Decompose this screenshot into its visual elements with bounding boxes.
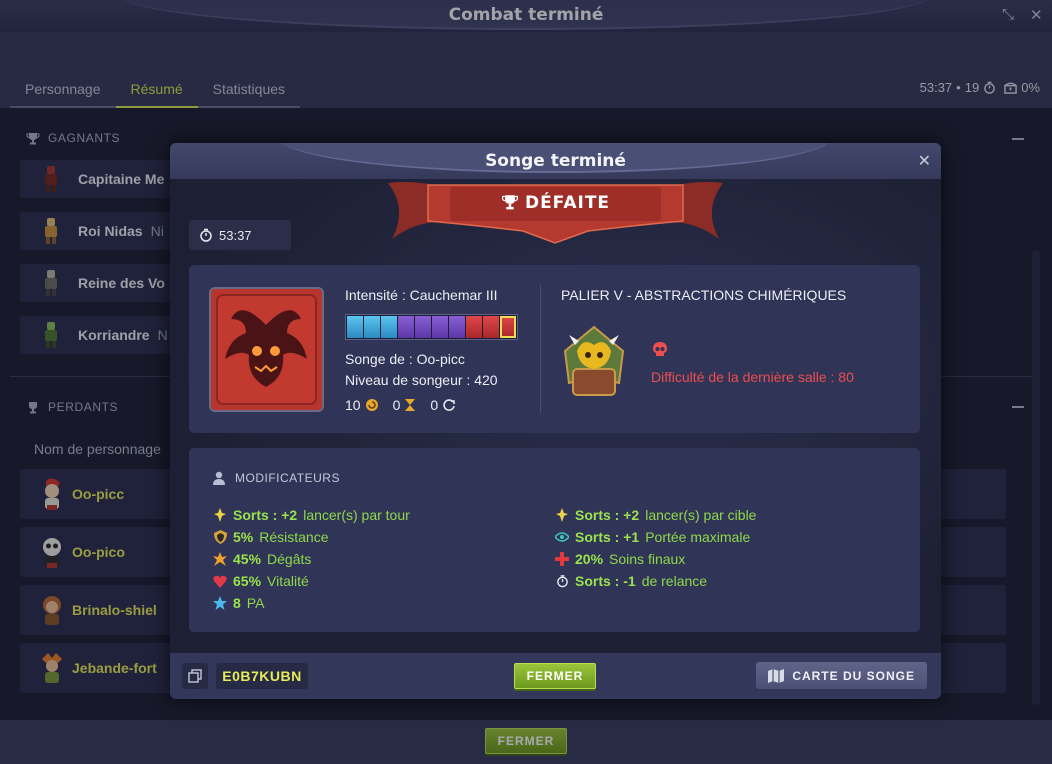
- modifier-item: Sorts : -1 de relance: [555, 570, 756, 592]
- modifier-text: Résistance: [259, 529, 329, 545]
- modifiers-right-column: Sorts : +2 lancer(s) par cible Sorts : +1…: [555, 504, 756, 592]
- intensity-label: Intensité : Cauchemar III: [345, 287, 498, 303]
- modifier-item: 45% Dégâts: [213, 548, 410, 570]
- modifier-item: Sorts : +1 Portée maximale: [555, 526, 756, 548]
- intensity-segment: [432, 316, 448, 338]
- defeat-label: DÉFAITE: [388, 193, 723, 213]
- counter-value: 0: [392, 397, 401, 413]
- modal-footer: E0B7KUBN FERMER CARTE DU SONGE: [170, 653, 941, 699]
- spell-icon: [555, 508, 569, 522]
- modifier-text: Portée maximale: [645, 529, 751, 545]
- counter-value: 0: [430, 397, 439, 413]
- close-modal-button[interactable]: FERMER: [514, 663, 596, 689]
- modifiers-panel: MODIFICATEURS Sorts : +2 lancer(s) par to…: [189, 448, 920, 632]
- modifier-value: 8: [233, 595, 241, 611]
- counter-spiral: 10: [345, 397, 379, 413]
- modifier-value: Sorts : +2: [575, 507, 640, 523]
- star-icon: [213, 596, 227, 610]
- timer-icon: [200, 228, 212, 242]
- spell-icon: [213, 508, 227, 522]
- modifier-item: Sorts : +2 lancer(s) par tour: [213, 504, 410, 526]
- modifier-value: Sorts : +2: [233, 507, 298, 523]
- modifier-value: 65%: [233, 573, 262, 589]
- counter-value: 10: [345, 397, 361, 413]
- damage-icon: [213, 552, 227, 566]
- heal-icon: [555, 552, 569, 566]
- modifier-item: 65% Vitalité: [213, 570, 410, 592]
- counter-cycle: 0: [430, 397, 456, 413]
- trophy-icon: [501, 195, 518, 210]
- intensity-segment-current: [500, 316, 516, 338]
- modifiers-label: MODIFICATEURS: [235, 471, 340, 485]
- nightmare-portrait: [209, 287, 324, 412]
- dream-owner: Songe de : Oo-picc: [345, 351, 465, 367]
- person-icon: [213, 471, 225, 485]
- intensity-segment: [483, 316, 499, 338]
- modifiers-left-column: Sorts : +2 lancer(s) par tour 5% Résistanc…: [213, 504, 410, 614]
- intensity-segment: [449, 316, 465, 338]
- modifier-text: Soins finaux: [609, 551, 686, 567]
- modifier-item: 20% Soins finaux: [555, 548, 756, 570]
- timer-value: 53:37: [219, 227, 252, 243]
- info-separator: [540, 285, 541, 413]
- intensity-segment: [364, 316, 380, 338]
- intensity-segment: [347, 316, 363, 338]
- timer-icon: [555, 574, 569, 588]
- dream-code: E0B7KUBN: [216, 663, 308, 689]
- dream-info-panel: Intensité : Cauchemar III Songe de : Oo-…: [189, 265, 920, 433]
- intensity-segment: [398, 316, 414, 338]
- intensity-segment: [415, 316, 431, 338]
- eye-icon: [555, 530, 569, 544]
- intensity-segment: [381, 316, 397, 338]
- modifier-value: 5%: [233, 529, 254, 545]
- dreamer-level: Niveau de songeur : 420: [345, 372, 498, 388]
- dream-timer: 53:37: [189, 220, 291, 250]
- defeat-banner: DÉFAITE: [388, 179, 723, 245]
- dream-map-label: CARTE DU SONGE: [792, 668, 915, 683]
- cycle-icon: [443, 399, 455, 411]
- result-text: DÉFAITE: [524, 193, 611, 213]
- modifier-text: Vitalité: [267, 573, 309, 589]
- modifier-value: Sorts : -1: [575, 573, 636, 589]
- copy-icon: [188, 669, 202, 683]
- modifier-text: lancer(s) par tour: [303, 507, 410, 523]
- skull-icon: [653, 342, 667, 356]
- last-room-difficulty: Difficulté de la dernière salle : 80: [651, 369, 854, 385]
- modifier-text: lancer(s) par cible: [645, 507, 757, 523]
- modifiers-header: MODIFICATEURS: [211, 470, 340, 486]
- dream-counters: 10 0 0: [345, 397, 456, 413]
- modifier-text: Dégâts: [267, 551, 312, 567]
- modifier-text: de relance: [641, 573, 708, 589]
- boss-emblem-icon: [563, 325, 625, 396]
- modifier-item: 5% Résistance: [213, 526, 410, 548]
- spiral-icon: [365, 399, 378, 411]
- hourglass-icon: [405, 399, 416, 411]
- modal-title: Songe terminé: [485, 151, 626, 171]
- counter-hourglass: 0: [393, 397, 417, 413]
- modifier-text: PA: [246, 595, 265, 611]
- resistance-icon: [213, 530, 227, 544]
- dream-result-modal: Songe terminé ✕ DÉFAITE 53:37 Intensité …: [170, 143, 941, 699]
- modifier-value: 45%: [233, 551, 262, 567]
- modifier-value: Sorts : +1: [575, 529, 640, 545]
- heart-icon: [213, 574, 227, 588]
- modifier-value: 20%: [575, 551, 604, 567]
- modifier-item: Sorts : +2 lancer(s) par cible: [555, 504, 756, 526]
- map-icon: [768, 668, 785, 683]
- modal-title-bar: Songe terminé ✕: [170, 143, 941, 179]
- intensity-bar: [345, 314, 518, 340]
- copy-code-button[interactable]: [182, 663, 208, 689]
- close-icon[interactable]: ✕: [918, 151, 931, 171]
- intensity-segment: [466, 316, 482, 338]
- dream-map-button[interactable]: CARTE DU SONGE: [756, 662, 927, 689]
- modifier-item: 8 PA: [213, 592, 410, 614]
- palier-title: PALIER V - ABSTRACTIONS CHIMÉRIQUES: [561, 287, 847, 303]
